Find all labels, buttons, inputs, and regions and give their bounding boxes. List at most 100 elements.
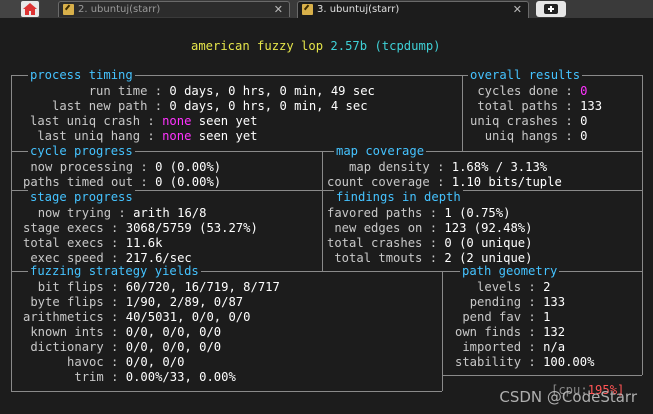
frame-right-bottom bbox=[642, 271, 643, 375]
frame-left-bottom bbox=[11, 271, 12, 391]
cycles-done-value: 0 bbox=[580, 84, 588, 98]
run-time-value: 0 days, 0 hrs, 0 min, 49 sec bbox=[169, 84, 375, 98]
total-tmouts-value: 2 (2 unique) bbox=[444, 251, 533, 265]
close-icon[interactable]: ✕ bbox=[274, 2, 283, 17]
strategy-block: bit flips : 60/720, 16/719, 8/717 byte f… bbox=[23, 280, 280, 384]
strategy-row-value: 0/0, 0/0, 0/0 bbox=[125, 325, 222, 339]
strategy-row-value: 40/5031, 0/0, 0/0 bbox=[125, 310, 251, 324]
count-coverage-value: 1.10 bits/tuple bbox=[451, 175, 562, 189]
count-coverage-label: count coverage bbox=[327, 175, 430, 189]
divider-top bbox=[462, 75, 463, 151]
geometry-row-value: 1 bbox=[543, 310, 551, 324]
last-uniq-crash-suffix: seen yet bbox=[198, 114, 258, 128]
map-density-value: 1.68% / 3.13% bbox=[451, 160, 548, 174]
paths-timed-out-label: paths timed out bbox=[23, 175, 134, 189]
geometry-row-value: 2 bbox=[543, 280, 551, 294]
path-geometry-block: levels : 2 pending : 133 pend fav : 1 ow… bbox=[455, 280, 595, 369]
total-tmouts-label: total tmouts bbox=[334, 251, 423, 265]
uniq-crashes-value: 0 bbox=[580, 114, 588, 128]
uniq-hangs-value: 0 bbox=[580, 129, 588, 143]
overall-results-header: overall results bbox=[468, 68, 583, 83]
tab-session-2[interactable]: 2. ubuntuj(starr) ✕ bbox=[58, 1, 290, 17]
stage-execs-label: stage execs bbox=[23, 221, 104, 235]
terminal-tool-icon bbox=[302, 4, 313, 15]
geometry-row-value: 133 bbox=[543, 295, 566, 309]
strategy-row-value: 0.00%/33, 0.00% bbox=[125, 370, 236, 384]
uniq-crashes-label: uniq crashes bbox=[470, 114, 559, 128]
geometry-row-label: own finds bbox=[455, 325, 522, 339]
last-uniq-hang-value: none bbox=[162, 129, 192, 143]
strategy-row-label: known ints bbox=[30, 325, 104, 339]
strategy-row-label: trim bbox=[74, 370, 104, 384]
overall-results-block: cycles done : 0 total paths : 133 uniq c… bbox=[470, 84, 603, 143]
stage-progress-block: now trying : arith 16/8 stage execs : 30… bbox=[23, 206, 258, 265]
favored-paths-label: favored paths bbox=[327, 206, 423, 220]
title-version: 2.57b bbox=[330, 39, 368, 53]
strategy-row-value: 0/0, 0/0 bbox=[125, 355, 185, 369]
strategy-row-label: byte flips bbox=[30, 295, 104, 309]
terminal-window[interactable]: american fuzzy lop 2.57b (tcpdump) proce… bbox=[0, 18, 653, 414]
process-timing-header: process timing bbox=[28, 68, 135, 83]
new-tab-button[interactable] bbox=[536, 1, 566, 17]
strategy-header: fuzzing strategy yields bbox=[28, 264, 201, 279]
map-coverage-block: map density : 1.68% / 3.13% count covera… bbox=[327, 160, 562, 189]
geometry-row-label: stability bbox=[455, 355, 522, 369]
now-processing-label: now processing bbox=[30, 160, 134, 174]
terminal-tool-icon bbox=[63, 4, 74, 15]
frame-left bbox=[11, 75, 12, 281]
total-execs-label: total execs bbox=[23, 236, 104, 250]
last-uniq-hang-label: last uniq hang bbox=[37, 129, 141, 143]
watermark: CSDN @CodeStarr bbox=[499, 388, 637, 406]
last-uniq-hang-suffix: seen yet bbox=[198, 129, 258, 143]
strategy-row-value: 60/720, 16/719, 8/717 bbox=[125, 280, 280, 294]
tab-bar: 2. ubuntuj(starr) ✕ 3. ubuntuj(starr) ✕ bbox=[0, 0, 653, 18]
title-name: american fuzzy lop bbox=[191, 39, 324, 53]
cycles-done-label: cycles done bbox=[477, 84, 559, 98]
strategy-row-value: 1/90, 2/89, 0/87 bbox=[125, 295, 244, 309]
cycle-progress-header: cycle progress bbox=[28, 144, 135, 159]
tab-label: 2. ubuntuj(starr) bbox=[78, 4, 161, 15]
exec-speed-label: exec speed bbox=[30, 251, 104, 265]
map-density-label: map density bbox=[349, 160, 430, 174]
path-geometry-bottom bbox=[442, 375, 642, 376]
now-trying-value: arith 16/8 bbox=[133, 206, 207, 220]
total-crashes-value: 0 (0 unique) bbox=[444, 236, 533, 250]
last-uniq-crash-label: last uniq crash bbox=[30, 114, 141, 128]
total-crashes-label: total crashes bbox=[327, 236, 423, 250]
strategy-row-label: havoc bbox=[67, 355, 104, 369]
divider-mid bbox=[322, 151, 323, 271]
favored-paths-value: 1 (0.75%) bbox=[444, 206, 511, 220]
geometry-row-label: pending bbox=[469, 295, 522, 309]
now-trying-label: now trying bbox=[37, 206, 112, 220]
geometry-row-label: imported bbox=[462, 340, 522, 354]
geometry-row-value: 100.00% bbox=[543, 355, 595, 369]
total-execs-value: 11.6k bbox=[125, 236, 163, 250]
home-icon[interactable] bbox=[21, 1, 39, 17]
frame-bottom bbox=[11, 391, 442, 392]
process-timing-block: run time : 0 days, 0 hrs, 0 min, 49 sec … bbox=[30, 84, 375, 143]
findings-header: findings in depth bbox=[334, 190, 463, 205]
close-icon[interactable]: ✕ bbox=[513, 2, 522, 17]
path-geometry-header: path geometry bbox=[460, 264, 560, 279]
title-target: (tcpdump) bbox=[374, 39, 441, 53]
home-area bbox=[0, 0, 40, 18]
geometry-row-value: n/a bbox=[543, 340, 566, 354]
geometry-row-label: levels bbox=[477, 280, 522, 294]
tab-label: 3. ubuntuj(starr) bbox=[317, 4, 400, 15]
strategy-row-label: bit flips bbox=[37, 280, 104, 294]
strategy-row-label: arithmetics bbox=[23, 310, 104, 324]
total-paths-label: total paths bbox=[477, 99, 559, 113]
paths-timed-out-value: 0 (0.00%) bbox=[155, 175, 222, 189]
afl-title: american fuzzy lop 2.57b (tcpdump) bbox=[191, 39, 441, 53]
findings-block: favored paths : 1 (0.75%) new edges on :… bbox=[327, 206, 533, 265]
geometry-row-label: pend fav bbox=[462, 310, 522, 324]
last-new-path-value: 0 days, 0 hrs, 0 min, 4 sec bbox=[169, 99, 368, 113]
strategy-row-label: dictionary bbox=[30, 340, 104, 354]
strategy-row-value: 0/0, 0/0, 0/0 bbox=[125, 340, 222, 354]
exec-speed-value: 217.6/sec bbox=[125, 251, 192, 265]
new-edges-on-label: new edges on bbox=[334, 221, 423, 235]
tab-session-3[interactable]: 3. ubuntuj(starr) ✕ bbox=[297, 1, 529, 18]
total-paths-value: 133 bbox=[580, 99, 603, 113]
map-coverage-header: map coverage bbox=[334, 144, 427, 159]
stage-execs-value: 3068/5759 (53.27%) bbox=[125, 221, 258, 235]
